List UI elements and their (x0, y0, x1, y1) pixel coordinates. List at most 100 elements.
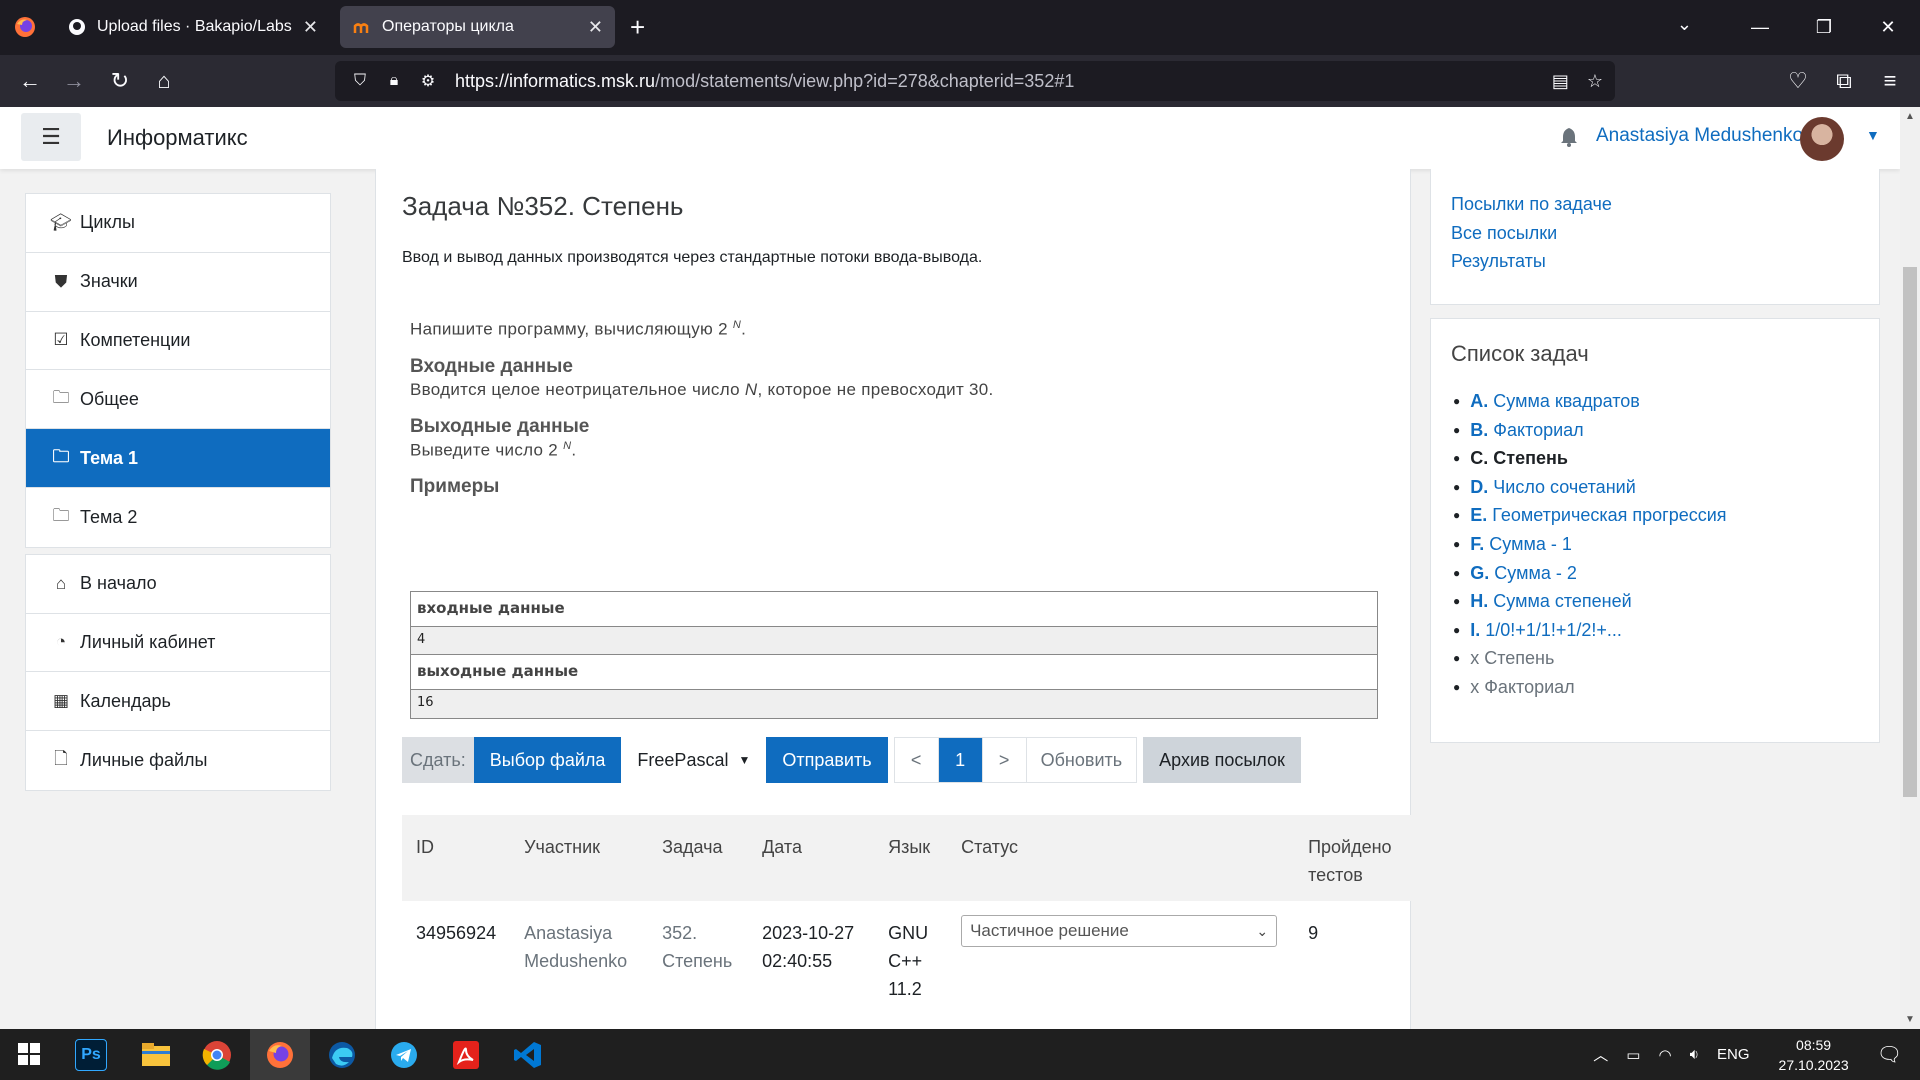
link-all-submissions[interactable]: Все посылки (1431, 219, 1879, 248)
archive-button[interactable]: Архив посылок (1143, 737, 1301, 783)
language-select[interactable]: FreePascal ▼ (621, 737, 767, 783)
battery-icon[interactable]: ▭ (1626, 1046, 1640, 1064)
nav-item-label: В начало (80, 573, 157, 594)
nav-item-calendar[interactable]: ▦ Календарь (26, 672, 330, 732)
new-tab-button[interactable]: + (630, 12, 645, 43)
nav-item-badges[interactable]: ⛊ Значки (26, 253, 330, 312)
choose-file-button[interactable]: Выбор файла (473, 737, 622, 783)
tab-active[interactable]: Операторы цикла ✕ (340, 6, 615, 48)
nav-item-topic-1[interactable]: 🗀 Тема 1 (26, 429, 330, 488)
problem-item-e[interactable]: ● E. Геометрическая прогрессия (1453, 501, 1879, 530)
tab-github[interactable]: Upload files · Bakapio/Labs ✕ (55, 6, 330, 48)
edge-icon[interactable] (324, 1037, 360, 1073)
minimize-icon[interactable]: — (1728, 0, 1792, 55)
problem-item-f[interactable]: ● F. Сумма - 1 (1453, 530, 1879, 559)
problem-item-a[interactable]: ● A. Сумма квадратов (1453, 387, 1879, 416)
extra-problem-item[interactable]: ● x Степень (1453, 644, 1879, 673)
acrobat-icon[interactable] (448, 1037, 484, 1073)
nav-item-cycles[interactable]: 🎓︎ Циклы (26, 194, 330, 253)
table-header-row: ID Участник Задача Дата Язык Статус Прой… (402, 815, 1412, 901)
lock-icon[interactable]: 🔒︎ (381, 72, 407, 90)
output-description: Выведите число 2 N. (410, 440, 1390, 461)
prev-page-button[interactable]: < (895, 738, 939, 782)
problem-item-h[interactable]: ● H. Сумма степеней (1453, 587, 1879, 616)
vscode-icon[interactable] (510, 1037, 546, 1073)
menu-icon[interactable]: ≡ (1876, 67, 1904, 95)
windows-start-icon[interactable] (18, 1043, 40, 1065)
submission-id[interactable]: 34956924 (402, 901, 510, 1021)
telegram-icon[interactable] (386, 1037, 422, 1073)
column-header: Задача (648, 815, 749, 901)
problem-name: Сумма - 1 (1489, 533, 1572, 554)
nav-item-topic-2[interactable]: 🗀 Тема 2 (26, 488, 330, 547)
scroll-up-icon[interactable]: ▲ (1905, 111, 1915, 122)
problem-item-d[interactable]: ● D. Число сочетаний (1453, 473, 1879, 502)
chevron-down-icon[interactable]: ⌄ (1677, 14, 1692, 35)
status-select[interactable]: Частичное решение ⌄ (961, 915, 1278, 947)
folder-icon: 🗀 (52, 446, 70, 466)
chevron-up-icon[interactable]: ︿ (1593, 1044, 1608, 1065)
page-scrollbar[interactable]: ▲ ▼ (1900, 107, 1920, 1029)
scrollbar-thumb[interactable] (1903, 267, 1917, 797)
pocket-icon[interactable]: ♡ (1784, 67, 1812, 95)
clock[interactable]: 08:59 27.10.2023 (1779, 1035, 1849, 1075)
problem-name: Геометрическая прогрессия (1492, 505, 1727, 526)
nav-item-dashboard[interactable]: ◔ Личный кабинет (26, 614, 330, 673)
bell-icon[interactable] (1560, 127, 1578, 153)
hamburger-menu-button[interactable]: ☰ (21, 113, 81, 161)
extensions-icon[interactable]: ⧉ (1830, 67, 1858, 95)
refresh-button[interactable]: Обновить (1027, 738, 1137, 782)
problem-list: ● A. Сумма квадратов ● B. Факториал ● C. Ст… (1431, 387, 1879, 702)
firefox-taskbar-icon[interactable] (250, 1029, 310, 1080)
send-button[interactable]: Отправить (766, 737, 888, 783)
forward-icon[interactable]: → (60, 67, 88, 95)
avatar[interactable] (1800, 117, 1844, 161)
nav-item-label: Личный кабинет (80, 631, 216, 652)
close-icon[interactable]: ✕ (588, 17, 603, 38)
site-name[interactable]: Информатикс (107, 125, 248, 151)
problem-item-b[interactable]: ● B. Факториал (1453, 416, 1879, 445)
nav-item-general[interactable]: 🗀 Общее (26, 370, 330, 430)
dashboard-icon: ◔ (55, 632, 67, 652)
scroll-down-icon[interactable]: ▼ (1905, 1014, 1915, 1025)
problem-letter: C. (1470, 448, 1489, 469)
extra-problem-item[interactable]: ● x Факториал (1453, 673, 1879, 702)
chrome-icon[interactable] (199, 1037, 235, 1073)
submission-participant[interactable]: Anastasiya Medushenko (510, 901, 648, 1021)
url-text[interactable]: https://informatics.msk.ru/mod/statement… (455, 71, 1074, 92)
wifi-icon[interactable]: ◠ (1658, 1046, 1671, 1064)
user-menu-name[interactable]: Anastasiya Medushenko (1596, 125, 1803, 147)
close-icon[interactable]: ✕ (303, 17, 318, 38)
file-explorer-icon[interactable] (138, 1037, 174, 1073)
nav-item-home[interactable]: ⌂ В начало (26, 555, 330, 614)
permissions-icon[interactable]: ⚙ (415, 71, 441, 91)
page-1-button[interactable]: 1 (938, 738, 983, 782)
shield-icon[interactable]: ⛉ (347, 72, 373, 90)
notification-icon[interactable]: 🗨︎ (1877, 1042, 1902, 1067)
photoshop-icon[interactable]: Ps (75, 1039, 107, 1071)
volume-icon[interactable]: 🔉︎ (1690, 1046, 1699, 1063)
back-icon[interactable]: ← (16, 67, 44, 95)
problem-statement: Напишите программу, вычисляющую 2 N. Вхо… (410, 319, 1390, 500)
close-window-icon[interactable]: ✕ (1856, 0, 1920, 55)
nav-item-private-files[interactable]: 🗋 Личные файлы (26, 731, 330, 790)
reload-icon[interactable]: ↻ (106, 67, 134, 95)
problem-item-i[interactable]: ● I. 1/0!+1/1!+1/2!+... (1453, 616, 1879, 645)
problem-item-g[interactable]: ● G. Сумма - 2 (1453, 559, 1879, 588)
url-bar[interactable]: ⛉ 🔒︎ ⚙ https://informatics.msk.ru/mod/st… (335, 61, 1615, 101)
bookmark-star-icon[interactable]: ☆ (1587, 71, 1603, 92)
firefox-menu-icon[interactable] (10, 12, 40, 42)
caret-down-icon[interactable]: ▼ (1866, 127, 1880, 143)
submission-problem[interactable]: 352. Степень (648, 901, 748, 1021)
next-page-button[interactable]: > (983, 738, 1027, 782)
statement-prefix: Напишите программу, вычисляющую 2 (410, 319, 728, 339)
github-icon (67, 17, 87, 37)
home-icon[interactable]: ⌂ (150, 67, 178, 95)
restore-icon[interactable]: ❐ (1792, 0, 1856, 55)
nav-item-competencies[interactable]: ☑ Компетенции (26, 312, 330, 371)
link-results[interactable]: Результаты (1431, 247, 1879, 276)
link-problem-submissions[interactable]: Посылки по задаче (1431, 190, 1879, 219)
input-language[interactable]: ENG (1717, 1046, 1750, 1063)
reader-view-icon[interactable]: ▤ (1552, 71, 1569, 92)
folder-icon: 🗀 (52, 505, 70, 525)
